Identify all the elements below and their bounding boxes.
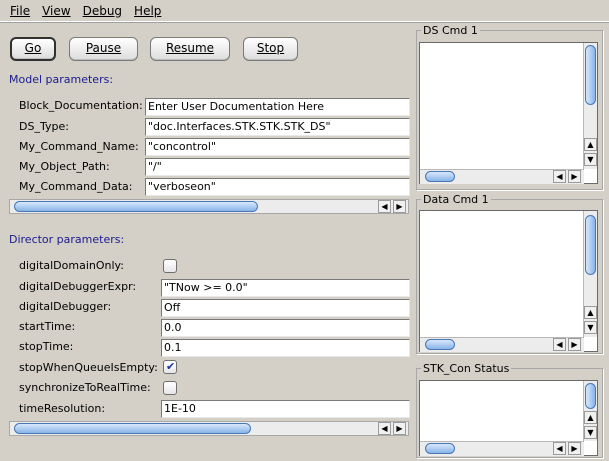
stop-button[interactable]: Stop [243, 37, 298, 61]
digital-debugger-field[interactable]: Off [161, 299, 410, 317]
director-params-scroll-thumb[interactable] [14, 423, 251, 434]
arrow-down-icon[interactable]: ▼ [584, 321, 597, 334]
ds-cmd-vscrollbar[interactable]: ▲ ▼ [583, 43, 597, 169]
arrow-down-icon[interactable]: ▼ [584, 426, 597, 439]
arrow-down-icon[interactable]: ▼ [584, 153, 597, 166]
param-label-stop-time: stopTime: [19, 340, 74, 353]
ds-cmd-vscroll-thumb[interactable] [585, 45, 596, 105]
start-time-field[interactable]: 0.0 [161, 319, 410, 337]
block-documentation-field[interactable]: Enter User Documentation Here [145, 98, 410, 116]
menu-bar: File View Debug Help [0, 0, 609, 22]
param-label-my-object-path: My_Object_Path: [19, 160, 110, 173]
param-label-stop-when-queue-is-empty: stopWhenQueueIsEmpty: [19, 361, 158, 374]
arrow-left-icon[interactable]: ◀ [553, 170, 566, 183]
stk-con-status-vscroll-thumb[interactable] [585, 383, 596, 409]
data-cmd-hscroll-thumb[interactable] [425, 339, 455, 350]
ds-cmd-listbox[interactable]: ▲ ▼ ◀ ▶ [419, 42, 598, 184]
synchronize-to-real-time-checkbox[interactable] [163, 381, 177, 395]
stop-when-queue-is-empty-checkbox[interactable]: ✔ [163, 360, 177, 374]
stk-con-status-hscroll-thumb[interactable] [425, 443, 455, 454]
digital-domain-only-checkbox[interactable] [163, 259, 177, 273]
pause-button[interactable]: Pause [69, 37, 138, 61]
model-parameters-title: Model parameters: [9, 73, 114, 86]
menu-view[interactable]: View [36, 4, 76, 18]
stk-con-status-listbox[interactable]: ▲ ▼ ◀ ▶ [419, 380, 598, 456]
checkmark-icon: ✔ [166, 360, 176, 373]
resume-button[interactable]: Resume [150, 37, 230, 61]
arrow-up-icon[interactable]: ▲ [584, 306, 597, 319]
my-command-data-field[interactable]: "verboseon" [145, 178, 410, 196]
param-label-digital-debugger: digitalDebugger: [19, 300, 112, 313]
data-cmd-vscroll-thumb[interactable] [585, 215, 596, 275]
param-label-my-command-data: My_Command_Data: [19, 180, 133, 193]
my-command-name-field[interactable]: "concontrol" [145, 138, 410, 156]
arrow-left-icon[interactable]: ◀ [553, 338, 566, 351]
go-button[interactable]: Go [10, 37, 56, 61]
my-object-path-field[interactable]: "/" [145, 158, 410, 176]
stk-con-status-vscrollbar[interactable]: ▲ ▼ [583, 381, 597, 441]
arrow-right-icon[interactable]: ▶ [568, 170, 581, 183]
param-label-ds-type: DS_Type: [19, 120, 69, 133]
param-label-synchronize-to-real-time: synchronizeToRealTime: [19, 381, 151, 394]
menu-file[interactable]: File [4, 4, 36, 18]
arrow-right-icon[interactable]: ▶ [393, 422, 406, 435]
arrow-right-icon[interactable]: ▶ [568, 338, 581, 351]
ds-cmd-hscroll-thumb[interactable] [425, 171, 455, 182]
data-cmd-vscrollbar[interactable]: ▲ ▼ [583, 211, 597, 337]
time-resolution-field[interactable]: 1E-10 [161, 400, 410, 418]
menu-debug[interactable]: Debug [77, 4, 128, 18]
model-params-hscrollbar[interactable]: ◀ ▶ [9, 199, 409, 214]
param-label-my-command-name: My_Command_Name: [19, 140, 139, 153]
param-label-start-time: startTime: [19, 320, 76, 333]
ds-cmd-hscrollbar[interactable]: ◀ ▶ [420, 169, 584, 184]
param-label-time-resolution: timeResolution: [19, 402, 106, 415]
stk-con-status-panel-title: STK_Con Status [421, 362, 512, 375]
menu-help[interactable]: Help [128, 4, 167, 18]
arrow-up-icon[interactable]: ▲ [584, 138, 597, 151]
model-params-scroll-thumb[interactable] [14, 201, 258, 212]
arrow-right-icon[interactable]: ▶ [568, 442, 581, 455]
arrow-right-icon[interactable]: ▶ [393, 200, 406, 213]
stk-con-status-hscrollbar[interactable]: ◀ ▶ [420, 441, 584, 456]
arrow-left-icon[interactable]: ◀ [553, 442, 566, 455]
ds-type-field[interactable]: "doc.Interfaces.STK.STK.STK_DS" [145, 118, 410, 136]
arrow-left-icon[interactable]: ◀ [378, 200, 391, 213]
director-parameters-title: Director parameters: [9, 233, 125, 246]
arrow-up-icon[interactable]: ▲ [584, 411, 597, 424]
arrow-left-icon[interactable]: ◀ [378, 422, 391, 435]
data-cmd-panel-title: Data Cmd 1 [421, 193, 491, 206]
data-cmd-listbox[interactable]: ▲ ▼ ◀ ▶ [419, 210, 598, 352]
param-label-block-documentation: Block_Documentation: [19, 99, 143, 112]
param-label-digital-debugger-expr: digitalDebuggerExpr: [19, 280, 137, 293]
director-params-hscrollbar[interactable]: ◀ ▶ [9, 421, 409, 436]
stop-time-field[interactable]: 0.1 [161, 339, 410, 357]
ds-cmd-panel-title: DS Cmd 1 [421, 24, 480, 37]
data-cmd-hscrollbar[interactable]: ◀ ▶ [420, 337, 584, 352]
digital-debugger-expr-field[interactable]: "TNow >= 0.0" [161, 279, 410, 297]
param-label-digital-domain-only: digitalDomainOnly: [19, 259, 124, 272]
